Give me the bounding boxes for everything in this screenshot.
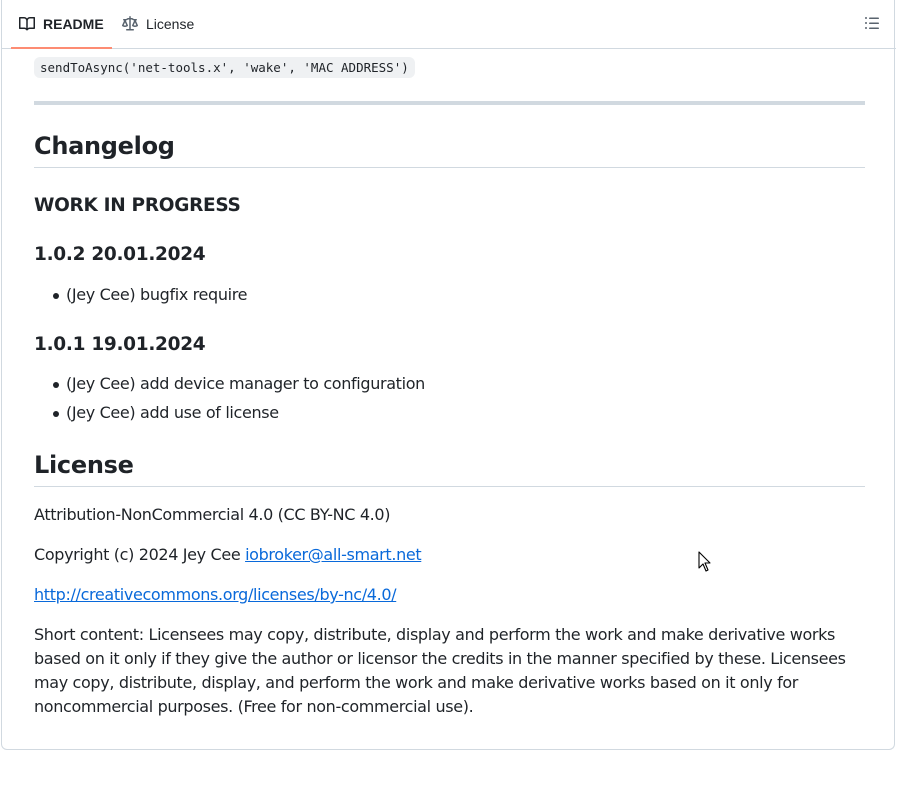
table-of-contents-button[interactable] — [864, 15, 882, 33]
readme-tab-bar: README License — [2, 0, 896, 49]
inline-code: sendToAsync('net-tools.x', 'wake', 'MAC … — [34, 57, 415, 78]
horizontal-rule — [34, 101, 865, 105]
tab-license[interactable]: License — [114, 0, 202, 48]
license-heading: License — [34, 450, 865, 487]
version-heading-1-0-2: 1.0.2 20.01.2024 — [34, 244, 206, 265]
version-heading-1-0-1: 1.0.1 19.01.2024 — [34, 334, 206, 355]
license-url-link[interactable]: http://creativecommons.org/licenses/by-n… — [34, 585, 397, 604]
changelog-heading: Changelog — [34, 131, 865, 168]
tab-readme-label: README — [43, 16, 104, 32]
list-unordered-icon — [864, 17, 880, 35]
copyright-text: Copyright (c) 2024 Jey Cee — [34, 545, 246, 564]
list-item: (Jey Cee) bugfix require — [34, 283, 247, 307]
license-short-content: Short content: Licensees may copy, distr… — [34, 625, 846, 716]
scale-balance-icon — [122, 16, 138, 32]
tab-readme[interactable]: README — [11, 0, 112, 49]
list-item: (Jey Cee) add use of license — [34, 401, 279, 425]
license-url-paragraph: http://creativecommons.org/licenses/by-n… — [34, 583, 865, 607]
license-name: Attribution-NonCommercial 4.0 (CC BY-NC … — [34, 505, 391, 524]
author-email-link[interactable]: iobroker@all-smart.net — [245, 545, 422, 564]
mouse-pointer-icon — [698, 551, 711, 572]
copyright-line: Copyright (c) 2024 Jey Cee iobroker@all-… — [34, 543, 865, 567]
list-item: (Jey Cee) add device manager to configur… — [34, 372, 425, 396]
book-icon — [19, 16, 35, 32]
tab-license-label: License — [146, 16, 195, 32]
readme-panel: README License sendToAsync('net-tools.x'… — [1, 0, 896, 750]
wip-heading: WORK IN PROGRESS — [34, 195, 241, 216]
